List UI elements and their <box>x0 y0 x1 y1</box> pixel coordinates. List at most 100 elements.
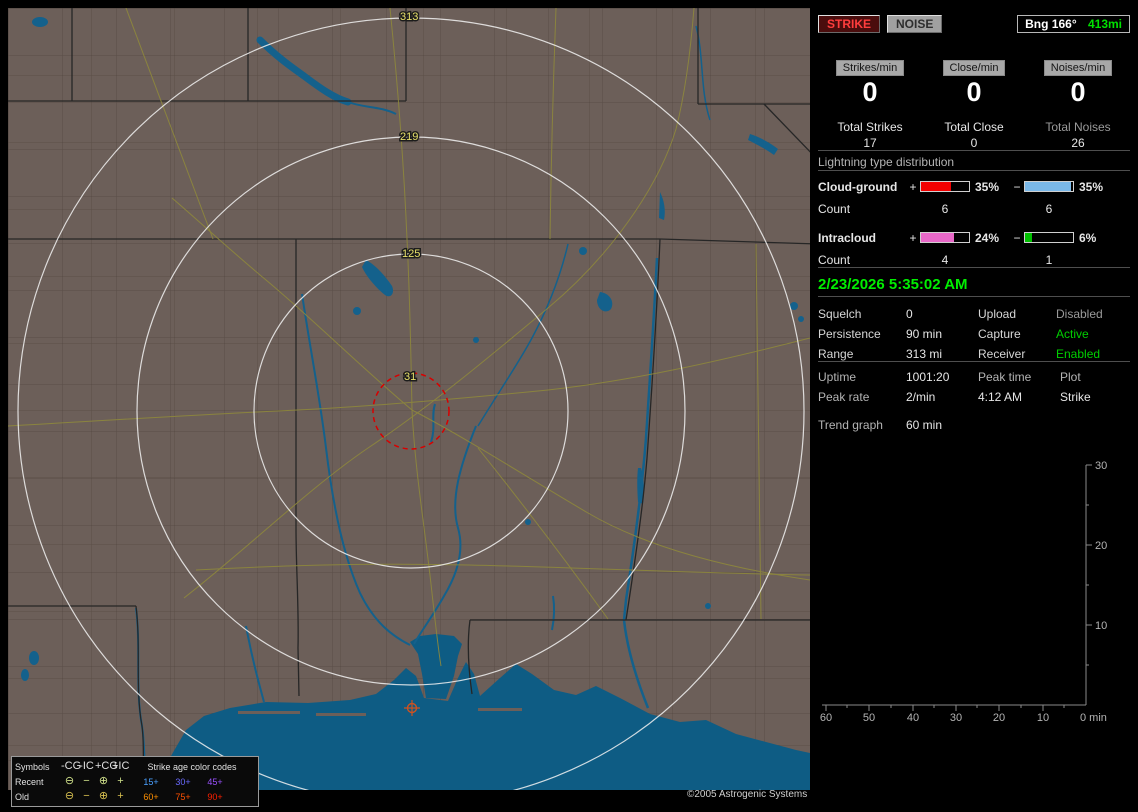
app-window: 313 219 125 31 Symbols -CG -IC +CG +IC S… <box>0 0 1138 812</box>
legend-col-neg-cg: -CG <box>61 760 82 772</box>
ic-minus-bar <box>1024 232 1074 243</box>
ic-plus-bar-fill <box>921 233 954 242</box>
cloud-ground-label: Cloud-ground <box>818 179 898 194</box>
neg-ic-old-icon: − <box>83 790 90 802</box>
peak-time-label: Peak time <box>978 370 1032 384</box>
age-30: 30+ <box>175 776 191 787</box>
pos-ic-old-icon: + <box>117 790 124 802</box>
strikes-per-min-value: 0 <box>862 77 878 107</box>
map-canvas: 313 219 125 31 <box>8 8 810 790</box>
trend-y-10: 10 <box>1095 620 1107 632</box>
rate-panels: Strikes/min 0 Total Strikes 17 Close/min… <box>818 60 1130 150</box>
trend-x-60: 60 <box>820 712 832 724</box>
cg-minus-bar-fill <box>1025 182 1071 191</box>
upload-label: Upload <box>978 307 1017 321</box>
bearing-readout: Bng 166° 413mi <box>1017 15 1130 33</box>
close-column: Close/min 0 Total Close 0 <box>922 60 1026 150</box>
strike-button[interactable]: STRIKE <box>818 15 881 33</box>
divider <box>818 361 1130 362</box>
pos-ic-recent-icon: + <box>117 775 124 787</box>
ring-label-219: 219 <box>400 131 418 143</box>
cloud-ground-count-row: Count 6 6 <box>818 202 1130 216</box>
capture-label: Capture <box>978 327 1021 341</box>
age-90: 90+ <box>207 791 223 802</box>
neg-cg-recent-icon: ⊖ <box>64 775 75 787</box>
trend-graph-label: Trend graph <box>818 418 883 432</box>
divider <box>818 267 1130 268</box>
legend-recent-label: Recent <box>15 776 44 787</box>
distribution-title: Lightning type distribution <box>818 155 955 169</box>
total-close-value: 0 <box>970 136 978 150</box>
trend-y-20: 20 <box>1095 540 1107 552</box>
settings-grid: Squelch 0 Upload Disabled Persistence 90… <box>818 307 1130 361</box>
trend-x-10: 10 <box>1037 712 1049 724</box>
total-noises-value: 26 <box>1071 136 1085 150</box>
legend-age-header: Strike age color codes <box>147 761 237 772</box>
cg-count-label: Count <box>818 202 851 216</box>
divider <box>818 296 1130 297</box>
neg-ic-recent-icon: − <box>83 775 90 787</box>
age-45: 45+ <box>207 776 223 787</box>
cg-minus-bar <box>1024 181 1074 192</box>
plus-sign: + <box>909 179 917 194</box>
ic-minus-count: 1 <box>1045 253 1053 267</box>
noise-button[interactable]: NOISE <box>887 15 943 33</box>
ic-count-label: Count <box>818 253 851 267</box>
legend-col-pos-ic: +IC <box>112 760 130 772</box>
ic-minus-bar-fill <box>1025 233 1033 242</box>
trend-y-30: 30 <box>1095 460 1107 472</box>
cg-minus-count: 6 <box>1045 202 1053 216</box>
mode-toolbar: STRIKE NOISE Bng 166° 413mi <box>818 14 1130 34</box>
upload-status: Disabled <box>1056 307 1103 321</box>
squelch-label: Squelch <box>818 307 862 321</box>
persistence-label: Persistence <box>818 327 881 341</box>
capture-status: Active <box>1056 327 1089 341</box>
range-label: Range <box>818 347 854 361</box>
plus-sign: + <box>909 230 917 245</box>
persistence-value: 90 min <box>906 327 943 341</box>
squelch-value: 0 <box>906 307 913 321</box>
cg-plus-bar <box>920 181 970 192</box>
close-per-min-chip: Close/min <box>942 60 1006 76</box>
age-15: 15+ <box>143 776 159 787</box>
control-panel: STRIKE NOISE Bng 166° 413mi Strikes/min … <box>818 8 1130 804</box>
uptime-value: 1001:20 <box>906 370 950 384</box>
range-value: 313 mi <box>906 347 943 361</box>
date-time-display: 2/23/2026 5:35:02 AM <box>818 276 968 293</box>
intracloud-count-row: Count 4 1 <box>818 253 1130 267</box>
trend-x-40: 40 <box>907 712 919 724</box>
noises-per-min-value: 0 <box>1070 77 1086 107</box>
status-grid: Uptime 1001:20 Peak time Plot Peak rate … <box>818 370 1130 404</box>
cg-plus-count: 6 <box>941 202 949 216</box>
intracloud-row: Intracloud + 24% − 6% <box>818 230 1130 245</box>
divider <box>818 170 1130 171</box>
peak-time-value: 4:12 AM <box>978 390 1023 404</box>
uptime-label: Uptime <box>818 370 857 384</box>
legend-old-label: Old <box>15 791 30 802</box>
bearing-label: Bng 166° <box>1025 17 1077 31</box>
ring-label-313: 313 <box>400 11 418 23</box>
trend-graph-row: Trend graph 60 min <box>818 418 1130 434</box>
noises-column: Noises/min 0 Total Noises 26 <box>1026 60 1130 150</box>
total-noises-label: Total Noises <box>1045 120 1111 134</box>
trend-origin-label: 0 min <box>1080 712 1107 724</box>
receiver-label: Receiver <box>978 347 1026 361</box>
bearing-distance: 413mi <box>1087 17 1122 31</box>
total-strikes-value: 17 <box>863 136 877 150</box>
total-close-label: Total Close <box>944 120 1004 134</box>
trend-x-50: 50 <box>863 712 875 724</box>
pos-cg-old-icon: ⊕ <box>98 790 109 802</box>
map-legend: Symbols -CG -IC +CG +IC Strike age color… <box>11 756 259 807</box>
cg-plus-bar-fill <box>921 182 951 191</box>
ic-minus-pct: 6% <box>1079 230 1097 245</box>
age-75: 75+ <box>175 791 191 802</box>
legend-recent-row: Recent ⊖ − ⊕ + 15+ 30+ 45+ <box>15 774 255 789</box>
ring-label-125: 125 <box>402 248 420 260</box>
trend-x-30: 30 <box>950 712 962 724</box>
strikes-per-min-chip: Strikes/min <box>835 60 905 76</box>
noises-per-min-chip: Noises/min <box>1043 60 1113 76</box>
cg-plus-pct: 35% <box>975 179 1000 194</box>
trend-graph-value: 60 min <box>906 418 943 432</box>
cloud-ground-row: Cloud-ground + 35% − 35% <box>818 179 1130 194</box>
map-view[interactable]: 313 219 125 31 <box>8 8 810 790</box>
